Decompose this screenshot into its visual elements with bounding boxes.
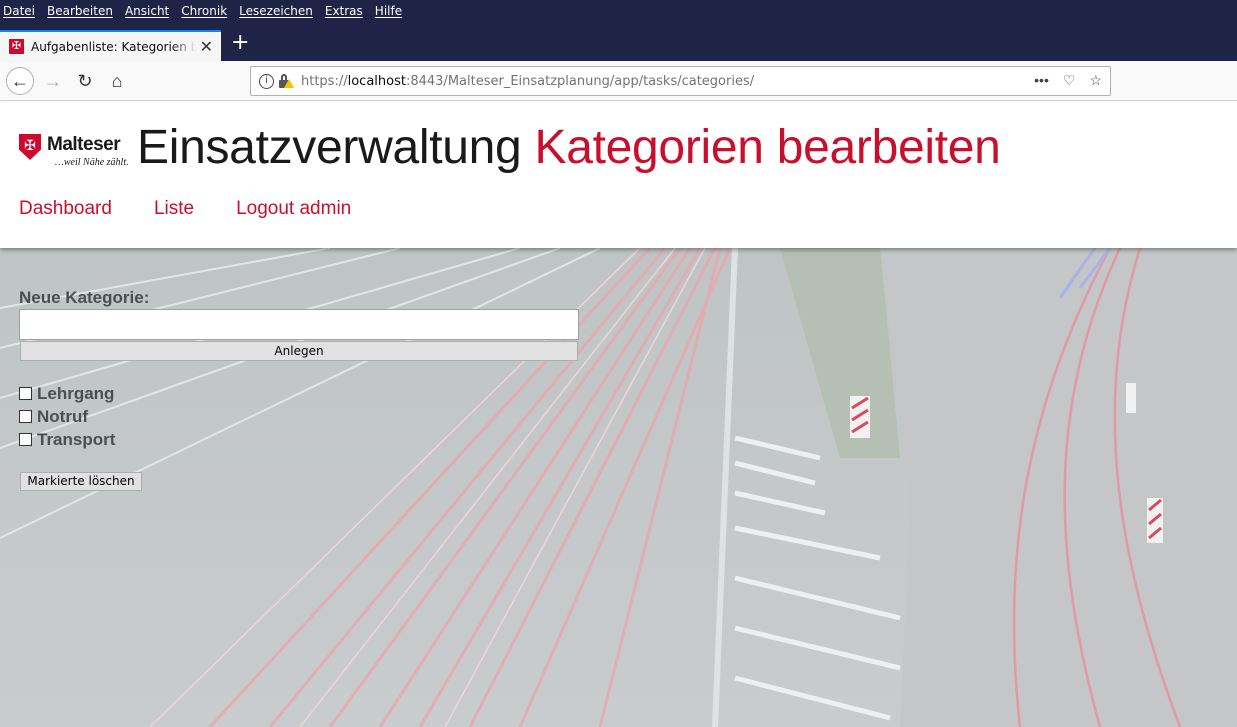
home-icon[interactable]: ⌂ [103, 67, 131, 95]
url-prefix: https:// [301, 73, 348, 89]
pocket-icon[interactable]: ♡ [1063, 72, 1076, 89]
new-category-input[interactable] [19, 309, 579, 340]
menu-bar: Datei Bearbeiten Ansicht Chronik Lesezei… [0, 0, 1237, 22]
nav-logout-link[interactable]: Logout admin [236, 198, 351, 220]
menu-ansicht[interactable]: Ansicht [125, 4, 169, 18]
new-tab-icon[interactable]: + [231, 32, 249, 54]
category-list: Lehrgang Notruf Transport [19, 382, 115, 451]
category-form: Neue Kategorie: Anlegen Lehrgang Notruf … [19, 288, 579, 491]
title-accent: Kategorien bearbeiten [534, 121, 1001, 174]
tab-title: Aufgabenliste: Kategorien bearbeiten [31, 39, 196, 54]
main-nav: Dashboard Liste Logout admin [19, 198, 351, 220]
category-item: Lehrgang [19, 382, 115, 405]
browser-tab[interactable]: ✠ Aufgabenliste: Kategorien bearbeiten ✕ [0, 30, 221, 61]
close-tab-icon[interactable]: ✕ [200, 37, 213, 57]
nav-liste-link[interactable]: Liste [154, 198, 194, 220]
nav-dashboard-link[interactable]: Dashboard [19, 198, 112, 220]
category-label: Lehrgang [37, 383, 115, 403]
menu-chronik[interactable]: Chronik [181, 4, 227, 18]
insecure-lock-icon[interactable] [278, 74, 294, 88]
title-main: Einsatzverwaltung [137, 121, 522, 174]
category-item: Notruf [19, 405, 115, 428]
malteser-favicon-icon: ✠ [9, 39, 24, 54]
back-icon[interactable]: ← [6, 67, 34, 95]
menu-lesezeichen[interactable]: Lesezeichen [239, 4, 313, 18]
site-header: ✠ Malteser …weil Nähe zählt. Einsatzverw… [0, 102, 1237, 248]
tab-strip: ✠ Aufgabenliste: Kategorien bearbeiten ✕… [0, 22, 1237, 61]
delete-selected-button[interactable]: Markierte löschen [20, 472, 142, 491]
malteser-logo[interactable]: ✠ Malteser …weil Nähe zählt. [19, 134, 129, 170]
page-actions-icon[interactable]: ••• [1034, 72, 1049, 89]
url-bar[interactable]: i https://localhost:8443/Malteser_Einsat… [250, 66, 1111, 96]
page-title: Einsatzverwaltung Kategorien bearbeiten [137, 120, 1001, 175]
menu-datei[interactable]: Datei [3, 4, 35, 18]
url-host: localhost [347, 73, 406, 89]
page-content: ✠ Malteser …weil Nähe zählt. Einsatzverw… [0, 102, 1237, 727]
url-text[interactable]: https://localhost:8443/Malteser_Einsatzp… [301, 74, 754, 89]
forward-icon[interactable]: → [39, 67, 67, 95]
url-path: :8443/Malteser_Einsatzplanung/app/tasks/… [405, 73, 755, 89]
category-item: Transport [19, 428, 115, 451]
menu-bearbeiten[interactable]: Bearbeiten [47, 4, 113, 18]
new-category-label: Neue Kategorie: [19, 288, 150, 307]
logo-tagline: …weil Nähe zählt. [55, 157, 129, 168]
create-category-button[interactable]: Anlegen [20, 341, 578, 361]
category-checkbox-notruf[interactable] [19, 410, 32, 423]
category-label: Transport [37, 429, 116, 449]
info-icon[interactable]: i [259, 73, 274, 89]
navigation-toolbar: ← → ↻ ⌂ i https://localhost:8443/Maltese… [0, 61, 1237, 101]
category-checkbox-transport[interactable] [19, 433, 32, 446]
maltese-cross-icon: ✠ [19, 134, 41, 160]
bookmark-star-icon[interactable]: ☆ [1089, 72, 1102, 89]
logo-name: Malteser [47, 134, 121, 155]
category-checkbox-lehrgang[interactable] [19, 387, 32, 400]
menu-extras[interactable]: Extras [325, 4, 363, 18]
category-label: Notruf [37, 406, 88, 426]
menu-hilfe[interactable]: Hilfe [375, 4, 402, 18]
reload-icon[interactable]: ↻ [71, 67, 99, 95]
